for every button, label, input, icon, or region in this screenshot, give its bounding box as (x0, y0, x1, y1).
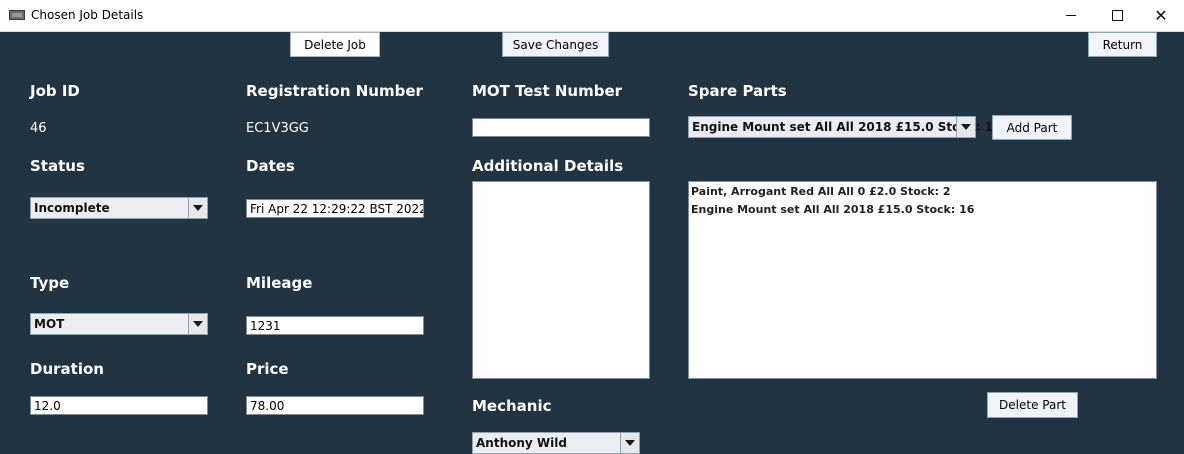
chevron-down-icon[interactable] (188, 198, 207, 218)
mechanic-dropdown[interactable]: Anthony Wild (472, 432, 640, 454)
chevron-down-icon[interactable] (620, 433, 639, 453)
window-title: Chosen Job Details (31, 8, 144, 22)
registration-label: Registration Number (246, 82, 423, 100)
minimize-icon (1066, 15, 1076, 16)
minimize-button[interactable] (1048, 0, 1094, 31)
type-label: Type (30, 274, 70, 292)
add-part-button[interactable]: Add Part (992, 115, 1072, 140)
dates-label: Dates (246, 157, 295, 175)
mileage-field[interactable]: 1231 (246, 316, 424, 335)
mileage-label: Mileage (246, 274, 313, 292)
maximize-button[interactable] (1094, 0, 1140, 31)
duration-field[interactable]: 12.0 (30, 396, 208, 415)
close-button[interactable]: ✕ (1138, 0, 1184, 31)
price-label: Price (246, 360, 289, 378)
mot-test-number-label: MOT Test Number (472, 82, 623, 100)
mot-test-number-field[interactable] (472, 118, 650, 137)
return-button[interactable]: Return (1088, 32, 1157, 57)
price-field[interactable]: 78.00 (246, 396, 424, 415)
delete-part-button[interactable]: Delete Part (987, 392, 1078, 418)
status-selected: Incomplete (34, 201, 110, 215)
list-item[interactable]: Engine Mount set All All 2018 £15.0 Stoc… (689, 201, 1156, 219)
title-bar: Chosen Job Details ✕ (0, 0, 1184, 32)
spare-parts-selected: Engine Mount set All All 2018 £15.0 Stoc… (692, 120, 1002, 134)
spare-parts-dropdown[interactable]: Engine Mount set All All 2018 £15.0 Stoc… (688, 116, 1001, 138)
dates-field[interactable]: Fri Apr 22 12:29:22 BST 2022 (246, 199, 424, 218)
mechanic-label: Mechanic (472, 397, 552, 415)
duration-label: Duration (30, 360, 104, 378)
spare-parts-list[interactable]: Paint, Arrogant Red All All 0 £2.0 Stock… (688, 181, 1157, 379)
job-id-value: 46 (30, 121, 47, 136)
chevron-down-icon[interactable] (956, 117, 975, 137)
save-changes-button[interactable]: Save Changes (502, 32, 609, 57)
list-item[interactable]: Paint, Arrogant Red All All 0 £2.0 Stock… (689, 183, 1156, 201)
additional-details-textarea[interactable] (472, 181, 650, 379)
delete-job-button[interactable]: Delete Job (290, 32, 380, 57)
maximize-icon (1111, 10, 1123, 21)
app-icon (9, 10, 25, 20)
status-label: Status (30, 157, 85, 175)
close-icon: ✕ (1154, 5, 1168, 25)
status-dropdown[interactable]: Incomplete (30, 197, 208, 219)
job-id-label: Job ID (30, 82, 80, 100)
mechanic-selected: Anthony Wild (476, 436, 567, 450)
additional-details-label: Additional Details (472, 157, 624, 175)
chevron-down-icon[interactable] (188, 314, 207, 334)
spare-parts-label: Spare Parts (688, 82, 787, 100)
type-dropdown[interactable]: MOT (30, 313, 208, 335)
registration-value: EC1V3GG (246, 121, 309, 136)
type-selected: MOT (34, 317, 65, 331)
